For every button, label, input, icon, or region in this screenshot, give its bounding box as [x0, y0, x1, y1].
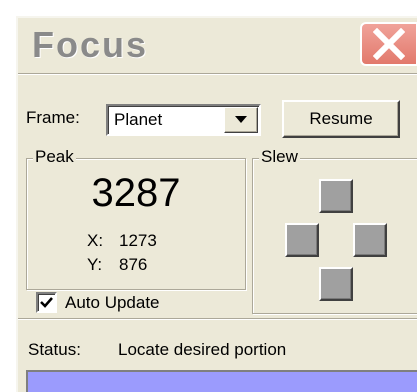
status-text: Locate desired portion	[118, 340, 287, 359]
status-label: Status:	[28, 340, 81, 359]
auto-update-checkbox[interactable]: Auto Update	[36, 292, 160, 313]
slew-right-button[interactable]	[353, 223, 387, 257]
title-separator	[18, 73, 417, 75]
peak-group-label: Peak	[33, 147, 76, 167]
close-button[interactable]	[360, 22, 417, 66]
status-separator	[18, 318, 417, 320]
close-x-icon	[373, 28, 405, 60]
focus-window: Focus Frame: Planet Resume Peak 3287 X: …	[16, 16, 417, 392]
checkmark-icon	[40, 297, 53, 308]
resume-button[interactable]: Resume	[282, 100, 400, 138]
status-bar	[26, 370, 417, 392]
chevron-down-icon	[235, 116, 247, 123]
slew-up-button[interactable]	[319, 179, 353, 213]
window-title: Focus	[32, 24, 149, 65]
frame-label: Frame:	[26, 108, 80, 127]
peak-value: 3287	[91, 171, 181, 215]
peak-x-value: 1273	[119, 231, 157, 250]
peak-y-value: 876	[119, 255, 148, 274]
slew-group-label: Slew	[259, 147, 300, 167]
slew-left-button[interactable]	[285, 223, 319, 257]
peak-y-label: Y:	[87, 255, 103, 274]
auto-update-box[interactable]	[36, 292, 57, 313]
auto-update-label: Auto Update	[65, 292, 160, 312]
slew-down-button[interactable]	[319, 267, 353, 301]
peak-group: Peak 3287 X: 1273 Y: 876	[26, 147, 246, 290]
peak-x-label: X:	[87, 231, 104, 250]
frame-select[interactable]: Planet	[106, 104, 261, 136]
frame-select-value: Planet	[114, 110, 163, 129]
frame-dropdown-button[interactable]	[224, 107, 258, 133]
slew-group: Slew	[252, 147, 417, 314]
